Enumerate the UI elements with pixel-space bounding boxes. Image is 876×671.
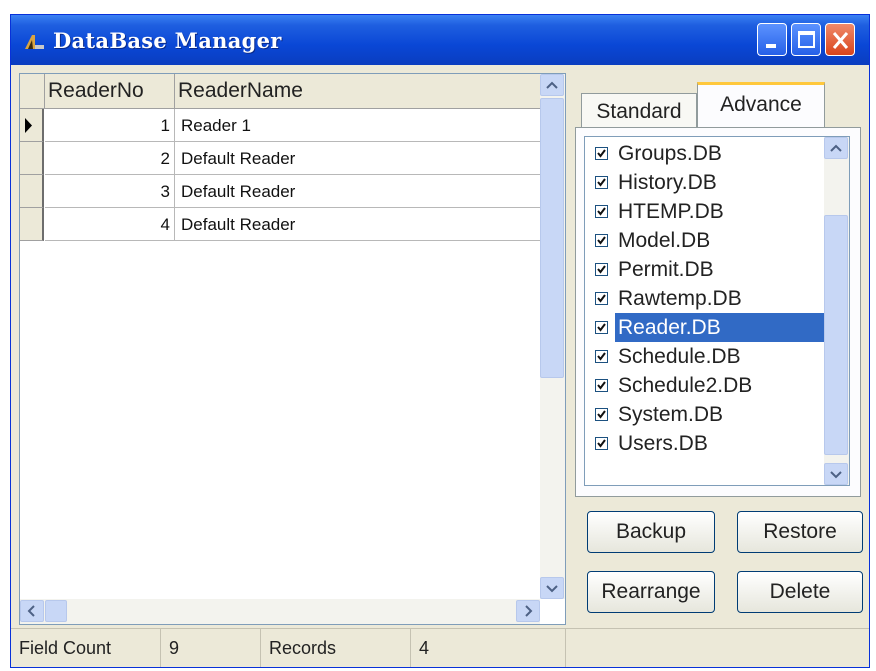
checkmark-icon <box>597 410 606 419</box>
header-indicator-cell <box>20 74 45 108</box>
status-field-count-value: 9 <box>161 629 261 667</box>
status-bar: Field Count 9 Records 4 <box>11 628 869 667</box>
row-indicator[interactable] <box>20 208 44 241</box>
list-item-label: Schedule2.DB <box>618 374 753 397</box>
database-manager-window: DataBase Manager ReaderNo ReaderName 1 R… <box>10 14 870 668</box>
cell-readername[interactable]: Default Reader <box>175 175 540 208</box>
checkbox[interactable] <box>595 263 608 276</box>
maximize-icon <box>798 31 815 48</box>
horizontal-scroll-thumb[interactable] <box>45 600 67 622</box>
list-item-label: System.DB <box>618 403 724 426</box>
title-bar[interactable]: DataBase Manager <box>11 15 869 65</box>
scroll-thumb[interactable] <box>824 215 848 455</box>
checkmark-icon <box>597 439 606 448</box>
status-records-value: 4 <box>411 629 566 667</box>
list-item-label: History.DB <box>618 171 717 194</box>
delete-button[interactable]: Delete <box>737 571 863 613</box>
status-field-count-label: Field Count <box>11 629 161 667</box>
checkmark-icon <box>597 381 606 390</box>
table-row[interactable]: 3 Default Reader <box>20 175 540 208</box>
checkmark-icon <box>597 323 606 332</box>
reader-grid[interactable]: ReaderNo ReaderName 1 Reader 1 2 Default… <box>19 73 566 625</box>
checkbox[interactable] <box>595 176 608 189</box>
chevron-up-icon <box>830 144 842 152</box>
rearrange-button[interactable]: Rearrange <box>587 571 715 613</box>
checkbox[interactable] <box>595 147 608 160</box>
grid-horizontal-scrollbar[interactable] <box>20 599 540 624</box>
checkmark-icon <box>597 178 606 187</box>
chevron-right-icon <box>525 605 533 617</box>
app-icon <box>25 35 44 49</box>
status-records-label: Records <box>261 629 411 667</box>
cell-readername[interactable]: Default Reader <box>175 142 540 175</box>
scroll-right-button[interactable] <box>516 600 540 622</box>
cell-readername[interactable]: Default Reader <box>175 208 540 241</box>
checkmark-icon <box>597 149 606 158</box>
cell-readerno[interactable]: 3 <box>45 175 175 208</box>
list-item-label: Model.DB <box>618 229 711 252</box>
checkbox[interactable] <box>595 379 608 392</box>
list-item-label: Permit.DB <box>618 258 714 281</box>
grid-header: ReaderNo ReaderName <box>20 74 540 109</box>
scroll-down-button[interactable] <box>540 577 564 599</box>
list-item-label: Schedule.DB <box>618 345 741 368</box>
list-item-label: Groups.DB <box>618 142 722 165</box>
status-empty-panel <box>566 629 869 667</box>
scroll-up-button[interactable] <box>824 137 848 159</box>
checkmark-icon <box>597 265 606 274</box>
grid-vertical-scrollbar[interactable] <box>540 74 565 599</box>
checkbox[interactable] <box>595 437 608 450</box>
checkbox[interactable] <box>595 321 608 334</box>
window-title: DataBase Manager <box>53 28 282 53</box>
backup-button[interactable]: Backup <box>587 511 715 553</box>
scroll-left-button[interactable] <box>20 600 44 622</box>
list-item-label: HTEMP.DB <box>618 200 724 223</box>
scroll-up-button[interactable] <box>540 74 564 96</box>
list-item-label: Rawtemp.DB <box>618 287 742 310</box>
checkmark-icon <box>597 207 606 216</box>
advance-tab-panel: Groups.DB History.DB HTEMP.DB Model.DB P… <box>575 127 861 497</box>
chevron-left-icon <box>27 605 35 617</box>
row-indicator[interactable] <box>20 175 44 208</box>
maximize-button[interactable] <box>791 23 821 56</box>
checkbox[interactable] <box>595 205 608 218</box>
close-button[interactable] <box>825 23 855 56</box>
minimize-button[interactable] <box>757 23 787 56</box>
list-item-label: Reader.DB <box>614 312 840 343</box>
scroll-down-button[interactable] <box>824 463 848 485</box>
row-indicator[interactable] <box>20 142 44 175</box>
cell-readername[interactable]: Reader 1 <box>175 109 540 142</box>
chevron-down-icon <box>546 585 558 593</box>
minimize-icon <box>766 44 776 48</box>
column-header-readerno[interactable]: ReaderNo <box>45 74 175 108</box>
cell-readerno[interactable]: 2 <box>45 142 175 175</box>
scroll-thumb[interactable] <box>540 98 564 378</box>
column-header-readername[interactable]: ReaderName <box>175 74 540 108</box>
restore-button[interactable]: Restore <box>737 511 863 553</box>
list-item-label: Users.DB <box>618 432 708 455</box>
database-file-list[interactable]: Groups.DB History.DB HTEMP.DB Model.DB P… <box>584 136 850 486</box>
tab-standard[interactable]: Standard <box>581 93 697 129</box>
checkbox[interactable] <box>595 350 608 363</box>
close-icon <box>832 32 849 49</box>
checkbox[interactable] <box>595 234 608 247</box>
chevron-up-icon <box>546 81 558 89</box>
checkmark-icon <box>597 236 606 245</box>
current-row-arrow-icon <box>25 118 32 133</box>
list-vertical-scrollbar[interactable] <box>824 137 849 485</box>
row-indicator[interactable] <box>20 109 44 142</box>
checkbox[interactable] <box>595 408 608 421</box>
table-row[interactable]: 1 Reader 1 <box>20 109 540 142</box>
cell-readerno[interactable]: 4 <box>45 208 175 241</box>
checkmark-icon <box>597 294 606 303</box>
checkbox[interactable] <box>595 292 608 305</box>
tab-advance[interactable]: Advance <box>697 82 825 130</box>
checkmark-icon <box>597 352 606 361</box>
table-row[interactable]: 4 Default Reader <box>20 208 540 241</box>
table-row[interactable]: 2 Default Reader <box>20 142 540 175</box>
tab-control: Standard Advance Groups.DB History.DB HT… <box>573 73 863 497</box>
chevron-down-icon <box>830 471 842 479</box>
cell-readerno[interactable]: 1 <box>45 109 175 142</box>
